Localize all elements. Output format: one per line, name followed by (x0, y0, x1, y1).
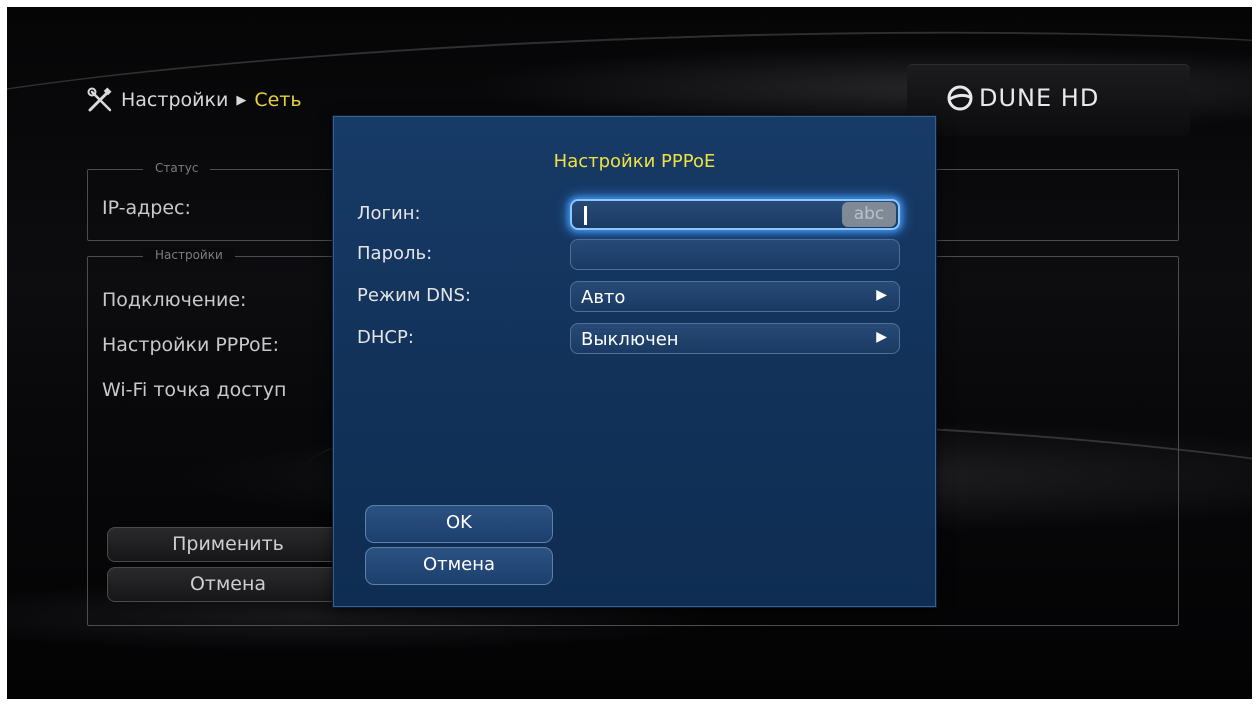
dhcp-label: DHCP: (357, 327, 414, 348)
brand-name: DUNE HD (979, 84, 1100, 112)
dns-mode-value: Авто (581, 287, 626, 308)
login-input[interactable]: abc (570, 199, 900, 230)
dns-mode-label: Режим DNS: (357, 285, 471, 306)
tv-screen: Настройки ▶ Сеть DUNE HD Статус IP-адрес… (7, 7, 1252, 699)
dhcp-select[interactable]: Выключен ▶ (570, 323, 900, 354)
dialog-title: Настройки PPPoE (553, 151, 716, 172)
breadcrumb-current: Сеть (254, 89, 302, 111)
dune-logo-icon (947, 85, 973, 111)
connection-row[interactable]: Подключение: (102, 289, 246, 311)
brand-logo-panel: DUNE HD (907, 64, 1190, 136)
status-group-title: Статус (143, 161, 211, 175)
login-label: Логин: (357, 203, 421, 224)
password-input[interactable] (570, 239, 900, 270)
apply-button[interactable]: Применить (107, 527, 349, 562)
breadcrumb: Настройки ▶ Сеть (87, 85, 302, 115)
brand-logo: DUNE HD (947, 84, 1099, 112)
pppoe-settings-dialog: Настройки PPPoE Логин: abc Пароль: Режим… (333, 116, 936, 607)
breadcrumb-root: Настройки (121, 89, 229, 111)
cancel-button[interactable]: Отмена (365, 547, 553, 585)
ip-address-label: IP-адрес: (102, 197, 191, 219)
dns-mode-select[interactable]: Авто ▶ (570, 281, 900, 312)
tools-icon (87, 87, 112, 112)
wifi-access-point-row[interactable]: Wi-Fi точка доступ (102, 379, 286, 401)
background-cancel-button[interactable]: Отмена (107, 567, 349, 602)
chevron-right-icon: ▶ (876, 329, 887, 345)
settings-group-title: Настройки (143, 248, 235, 262)
chevron-right-icon: ▶ (876, 287, 887, 303)
breadcrumb-separator-icon: ▶ (236, 92, 247, 108)
dhcp-value: Выключен (581, 329, 679, 350)
ok-button[interactable]: OK (365, 505, 553, 543)
pppoe-settings-row[interactable]: Настройки PPPoE: (102, 334, 279, 356)
password-label: Пароль: (357, 243, 433, 264)
text-caret (584, 206, 587, 225)
input-mode-indicator[interactable]: abc (842, 202, 896, 227)
